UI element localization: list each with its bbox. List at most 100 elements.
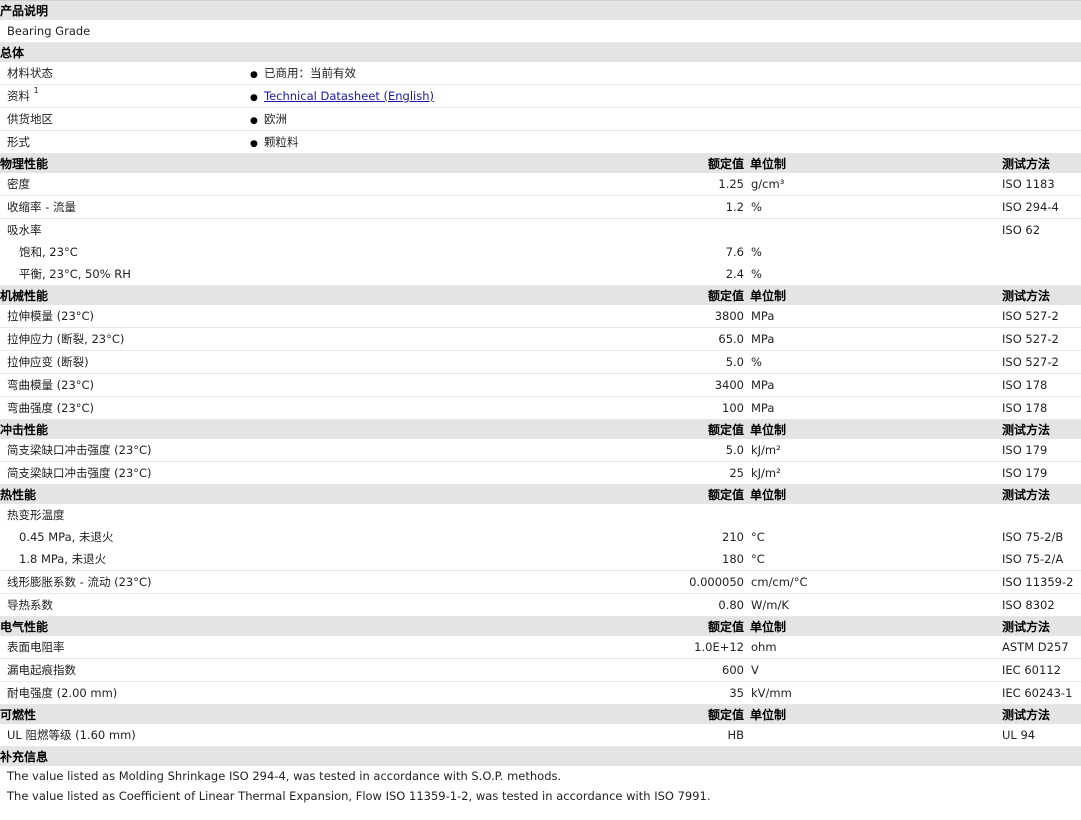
- property-value: 欧洲: [264, 112, 287, 126]
- test-method: ISO 178: [998, 396, 1081, 420]
- property-label: 表面电阻率: [0, 636, 650, 659]
- property-value: 180: [650, 548, 750, 571]
- property-value: 0.80: [650, 593, 750, 617]
- property-unit: kV/mm: [750, 681, 998, 705]
- property-unit: [750, 504, 998, 526]
- property-value: 25: [650, 461, 750, 485]
- test-method: IEC 60112: [998, 658, 1081, 682]
- property-value: 已商用：当前有效: [264, 66, 356, 80]
- section-title: 冲击性能: [0, 419, 650, 439]
- property-label: 拉伸应变 (断裂): [0, 350, 650, 374]
- property-label: 饱和, 23°C: [19, 245, 78, 259]
- property-value: 5.0: [650, 439, 750, 462]
- test-method: ISO 179: [998, 439, 1081, 462]
- column-header-method: 测试方法: [998, 419, 1081, 439]
- property-label: 吸水率: [7, 223, 42, 237]
- property-label: 拉伸模量 (23°C): [0, 305, 650, 328]
- column-header-value: 额定值: [650, 419, 750, 439]
- property-label: 简支梁缺口冲击强度 (23°C): [0, 461, 650, 485]
- section-title: 物理性能: [0, 153, 650, 173]
- section-title: 产品说明: [0, 0, 1081, 20]
- property-value: 0.000050: [650, 570, 750, 594]
- property-value: 100: [650, 396, 750, 420]
- section-title: 补充信息: [0, 746, 1081, 766]
- property-label-text: 供货地区: [7, 112, 53, 126]
- property-unit: MPa: [750, 327, 998, 351]
- property-unit: [750, 724, 998, 747]
- property-unit: V: [750, 658, 998, 682]
- property-label: 密度: [0, 173, 650, 196]
- property-unit: kJ/m²: [750, 461, 998, 485]
- section-title: 电气性能: [0, 616, 650, 636]
- product-description-row: Bearing Grade: [0, 20, 1081, 43]
- test-method: [998, 263, 1081, 286]
- column-header-unit: 单位制: [750, 285, 998, 305]
- property-row: 导热系数 0.80 W/m/K ISO 8302: [0, 593, 1081, 617]
- property-unit: MPa: [750, 396, 998, 420]
- test-method: ISO 8302: [998, 593, 1081, 617]
- column-header-unit: 单位制: [750, 616, 998, 636]
- general-row: 供货地区 ● 欧洲: [0, 107, 1081, 131]
- property-value-cell: ● 已商用：当前有效: [250, 62, 1081, 85]
- property-row: 简支梁缺口冲击强度 (23°C) 5.0 kJ/m² ISO 179: [0, 439, 1081, 462]
- column-header-unit: 单位制: [750, 484, 998, 504]
- column-header-value: 额定值: [650, 285, 750, 305]
- section-header-thermal: 热性能 额定值 单位制 测试方法: [0, 484, 1081, 504]
- bullet-icon: ●: [250, 139, 258, 149]
- test-method: [998, 504, 1081, 526]
- property-row: 拉伸模量 (23°C) 3800 MPa ISO 527-2: [0, 305, 1081, 328]
- property-unit: kJ/m²: [750, 439, 998, 462]
- property-row: 吸水率 ISO 62: [0, 219, 1081, 242]
- property-value: HB: [650, 724, 750, 747]
- property-unit: MPa: [750, 305, 998, 328]
- property-row: UL 阻燃等级 (1.60 mm) HB UL 94: [0, 724, 1081, 747]
- property-label: 拉伸应力 (断裂, 23°C): [0, 327, 650, 351]
- section-header-general: 总体: [0, 42, 1081, 62]
- property-row: 平衡, 23°C, 50% RH 2.4%: [0, 263, 1081, 286]
- column-header-method: 测试方法: [998, 153, 1081, 173]
- section-header-physical: 物理性能 额定值 单位制 测试方法: [0, 153, 1081, 173]
- column-header-value: 额定值: [650, 153, 750, 173]
- property-value-cell: ● 欧洲: [250, 107, 1081, 131]
- column-header-value: 额定值: [650, 484, 750, 504]
- property-value: 600: [650, 658, 750, 682]
- property-row: 拉伸应变 (断裂) 5.0% ISO 527-2: [0, 350, 1081, 374]
- property-label-text: 材料状态: [7, 66, 53, 80]
- general-row: 资料 1 ● Technical Datasheet (English): [0, 84, 1081, 108]
- property-row: 1.8 MPa, 未退火 180 °C ISO 75-2/A: [0, 548, 1081, 571]
- section-header-electrical: 电气性能 额定值 单位制 测试方法: [0, 616, 1081, 636]
- property-label: 热变形温度: [7, 508, 65, 522]
- property-unit: cm/cm/°C: [750, 570, 998, 594]
- test-method: ISO 75-2/B: [1002, 530, 1064, 544]
- property-unit: ohm: [750, 636, 998, 659]
- property-unit: °C: [751, 530, 765, 544]
- column-header-unit: 单位制: [750, 153, 998, 173]
- property-label: 资料 1: [0, 84, 250, 108]
- column-header-unit: 单位制: [750, 419, 998, 439]
- property-label: 收缩率 - 流量: [0, 195, 650, 219]
- test-method: ISO 527-2: [998, 327, 1081, 351]
- section-title: 热性能: [0, 484, 650, 504]
- property-label: 1.8 MPa, 未退火: [0, 548, 650, 571]
- property-label-text: 资料: [7, 89, 30, 103]
- datasheet-link[interactable]: Technical Datasheet (English): [264, 89, 434, 103]
- property-row: 热变形温度: [0, 504, 1081, 526]
- property-unit: [750, 219, 998, 242]
- property-row: 线形膨胀系数 - 流动 (23°C) 0.000050 cm/cm/°C ISO 11…: [0, 570, 1081, 594]
- general-row: 材料状态 ● 已商用：当前有效: [0, 62, 1081, 85]
- section-header-supplement: 补充信息: [0, 746, 1081, 766]
- bullet-icon: ●: [250, 93, 258, 103]
- test-method: ISO 179: [998, 461, 1081, 485]
- test-method: ISO 527-2: [998, 305, 1081, 328]
- property-unit: g/cm³: [750, 173, 998, 196]
- section-header-mechanical: 机械性能 额定值 单位制 测试方法: [0, 285, 1081, 305]
- column-header-method: 测试方法: [998, 616, 1081, 636]
- product-description: Bearing Grade: [0, 20, 1081, 43]
- property-value: 1.25: [650, 173, 750, 196]
- test-method: ASTM D257: [998, 636, 1081, 659]
- datasheet-table: 产品说明 Bearing Grade 总体 材料状态 ● 已商用：当前有效 资料 1 ● Tec…: [0, 0, 1081, 806]
- property-unit: %: [750, 263, 998, 286]
- property-value-cell: ● 颗粒料: [250, 130, 1081, 154]
- property-row: 拉伸应力 (断裂, 23°C) 65.0 MPa ISO 527-2: [0, 327, 1081, 351]
- property-row: 表面电阻率 1.0E+12 ohm ASTM D257: [0, 636, 1081, 659]
